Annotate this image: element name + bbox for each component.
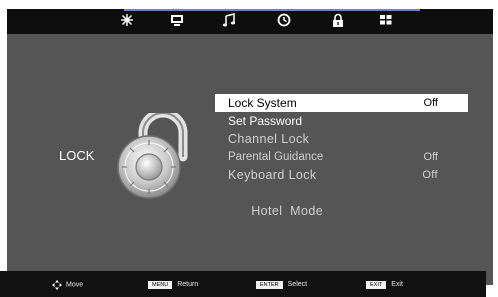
lock-icon	[333, 13, 343, 27]
menu-item-label: Parental Guidance	[228, 151, 324, 163]
picture-settings-icon	[121, 14, 133, 26]
tab-screen[interactable]	[170, 13, 184, 27]
move-arrows-icon	[52, 280, 62, 290]
menu-item-label: Set Password	[228, 114, 303, 128]
screen-icon	[171, 15, 183, 26]
tab-picture[interactable]	[120, 13, 134, 27]
hint-label: Select	[287, 281, 308, 288]
menu-item-label: Lock System	[228, 96, 297, 110]
tab-setup[interactable]	[379, 13, 393, 27]
clock-icon	[277, 13, 291, 27]
exit-key-badge: EXIT	[366, 280, 387, 289]
page-title: LOCK	[59, 148, 95, 163]
tab-time[interactable]	[277, 13, 291, 27]
hint-label: Return	[177, 281, 199, 288]
tv-menu-screen: LOCK Lock System Off Set Password Channe…	[7, 9, 493, 285]
menu-item-label: Keyboard Lock	[228, 168, 317, 182]
grid-icon	[380, 15, 392, 25]
menu-item-value: Off	[423, 97, 438, 109]
menu-item-hotel-mode[interactable]: Hotel Mode	[215, 184, 468, 218]
tab-bar-accent	[124, 9, 420, 11]
menu-item-label: Hotel Mode	[251, 204, 324, 218]
hint-label: Exit	[391, 281, 403, 288]
menu-item-value: Off	[422, 169, 438, 181]
tab-lock[interactable]	[331, 13, 345, 27]
menu-item-channel-lock[interactable]: Channel Lock	[215, 130, 468, 148]
menu-key-badge: MENU	[148, 280, 173, 289]
menu-item-lock-system[interactable]: Lock System Off	[215, 94, 468, 112]
tab-sound[interactable]	[222, 13, 236, 27]
hint-select: ENTER Select	[256, 280, 307, 289]
menu-item-parental-guidance[interactable]: Parental Guidance Off	[215, 148, 468, 166]
music-note-icon	[223, 13, 235, 27]
padlock-icon	[111, 108, 201, 203]
menu-item-label: Channel Lock	[228, 132, 310, 146]
menu-item-keyboard-lock[interactable]: Keyboard Lock Off	[215, 166, 468, 184]
hint-label: Move	[66, 281, 84, 289]
menu-item-set-password[interactable]: Set Password	[215, 112, 468, 130]
hint-return: MENU Return	[148, 280, 198, 289]
menu-item-value: Off	[423, 151, 438, 163]
top-tab-bar	[7, 9, 493, 34]
footer-hint-bar: Move MENU Return ENTER Select EXIT Exit	[0, 271, 486, 297]
hint-move: Move	[52, 280, 83, 290]
lock-menu: Lock System Off Set Password Channel Loc…	[215, 94, 468, 218]
hint-exit: EXIT Exit	[366, 280, 403, 289]
enter-key-badge: ENTER	[256, 280, 283, 289]
